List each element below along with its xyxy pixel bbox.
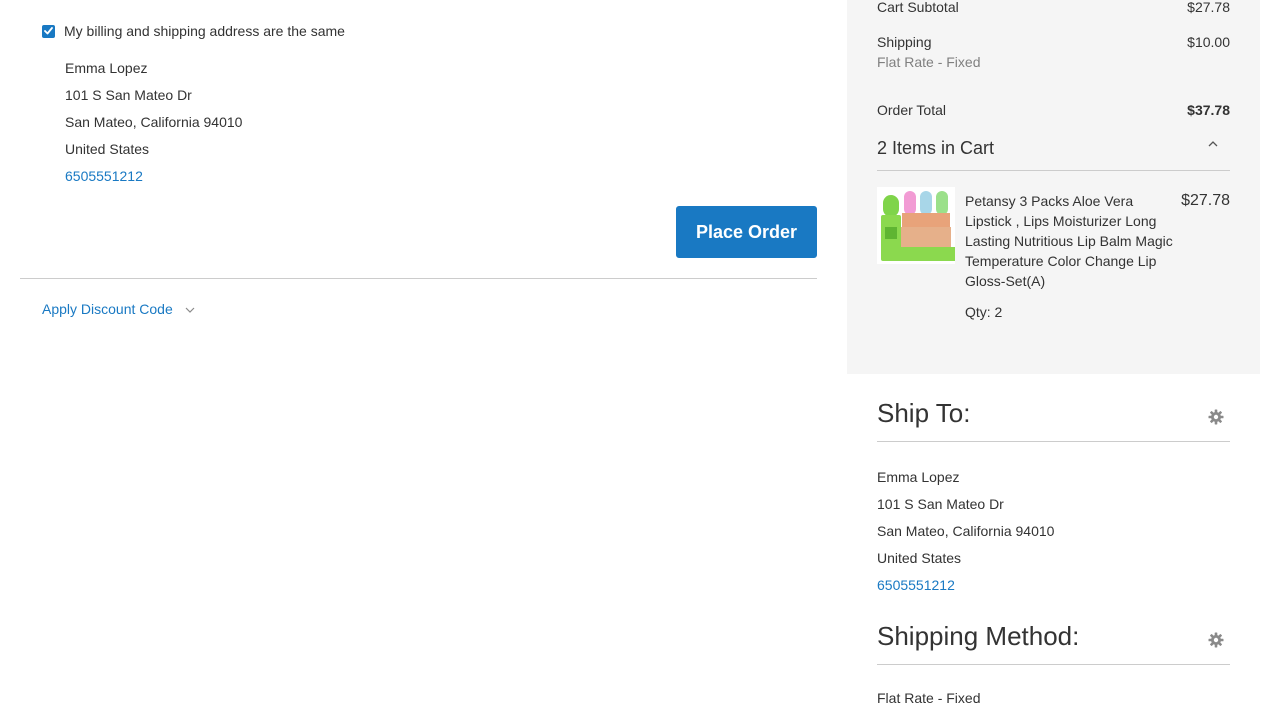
order-total-row: Order Total $37.78 <box>877 101 1230 119</box>
product-name[interactable]: Petansy 3 Packs Aloe Vera Lipstick , Lip… <box>965 191 1175 291</box>
cart-subtotal-row: Cart Subtotal $27.78 <box>877 0 1230 16</box>
billing-name: Emma Lopez <box>65 60 148 76</box>
shipping-label: Shipping <box>877 34 932 50</box>
divider <box>20 278 817 279</box>
order-total-label: Order Total <box>877 102 946 118</box>
shipping-method-value: Flat Rate - Fixed <box>877 690 981 706</box>
billing-phone-link[interactable]: 6505551212 <box>65 163 242 190</box>
billing-city: San Mateo, California 94010 <box>65 114 243 130</box>
items-in-cart-toggle[interactable]: 2 Items in Cart <box>877 136 1230 171</box>
ship-to-country: United States <box>877 550 962 566</box>
ship-to-city: San Mateo, California 94010 <box>877 523 1055 539</box>
shipping-row: Shipping $10.00 <box>877 33 1230 51</box>
order-summary: Cart Subtotal $27.78 Shipping $10.00 Fla… <box>847 0 1260 374</box>
billing-same-label[interactable]: My billing and shipping address are the … <box>64 22 345 40</box>
shipping-method-title: Shipping Method: <box>877 620 1080 651</box>
apply-discount-toggle[interactable]: Apply Discount Code <box>42 299 195 319</box>
ship-to-street: 101 S San Mateo Dr <box>877 496 1004 512</box>
cart-subtotal-value: $27.78 <box>1187 0 1230 15</box>
billing-same-checkbox[interactable] <box>42 24 55 38</box>
billing-address-details: Emma Lopez 101 S San Mateo Dr San Mateo,… <box>65 55 242 190</box>
billing-country: United States <box>65 141 150 157</box>
ship-to-phone-link[interactable]: 6505551212 <box>877 572 1230 599</box>
billing-street: 101 S San Mateo Dr <box>65 87 192 103</box>
ship-to-name: Emma Lopez <box>877 469 960 485</box>
place-order-button[interactable]: Place Order <box>676 206 817 258</box>
gear-icon[interactable] <box>1208 409 1224 425</box>
shipping-method-section: Shipping Method: Flat Rate - Fixed <box>877 617 1230 712</box>
apply-discount-label[interactable]: Apply Discount Code <box>42 299 173 319</box>
items-in-cart-title[interactable]: 2 Items in Cart <box>877 136 994 160</box>
ship-to-section: Ship To: Emma Lopez 101 S San Mateo Dr S… <box>877 394 1230 599</box>
chevron-down-icon[interactable] <box>185 307 195 313</box>
shipping-value: $10.00 <box>1187 34 1230 50</box>
ship-to-title: Ship To: <box>877 397 971 428</box>
gear-icon[interactable] <box>1208 632 1224 648</box>
chevron-up-icon[interactable] <box>1208 141 1218 147</box>
product-qty: Qty: 2 <box>965 304 1003 320</box>
shipping-method-note: Flat Rate - Fixed <box>877 54 981 70</box>
order-total-value: $37.78 <box>1187 102 1230 118</box>
shipping-method-header: Shipping Method: <box>877 617 1230 665</box>
cart-subtotal-label: Cart Subtotal <box>877 0 959 15</box>
product-price: $27.78 <box>1181 192 1230 209</box>
product-image <box>877 187 955 264</box>
ship-to-header: Ship To: <box>877 394 1230 442</box>
billing-same-as-shipping[interactable]: My billing and shipping address are the … <box>42 22 345 40</box>
checkmark-icon <box>44 27 53 35</box>
